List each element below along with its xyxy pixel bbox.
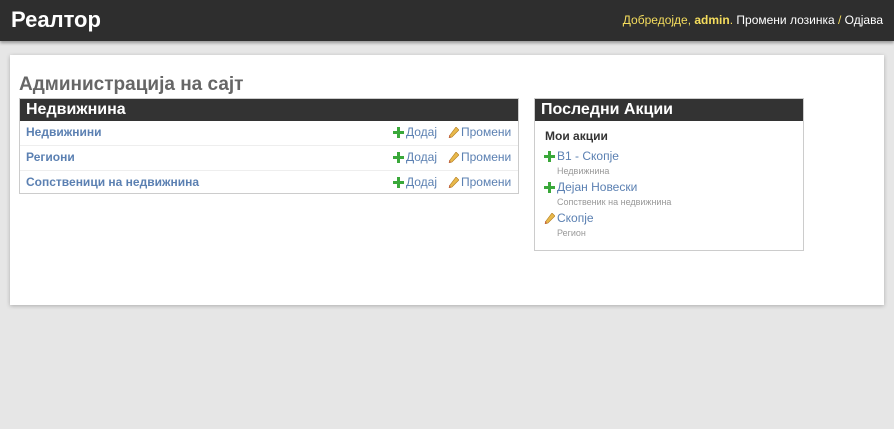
recent-entry-link[interactable]: Скопје [557, 211, 594, 225]
recent-entry: B1 - Скопје Недвижнина [544, 149, 619, 176]
user-tools: Добредојде, admin. Промени лозинка / Одј… [622, 13, 883, 27]
recent-entry-type: Регион [557, 228, 586, 238]
app-module-nedviznina: Недвижнина Недвижнини Додај Промени Реги… [19, 98, 519, 194]
recent-entry-link[interactable]: Дејан Новески [557, 180, 637, 194]
add-link[interactable]: Додај [393, 150, 437, 164]
model-row: Региони Додај Промени [20, 146, 518, 171]
recent-caption: Последни Акции [535, 99, 803, 121]
model-link[interactable]: Недвижнини [26, 125, 101, 139]
add-link[interactable]: Додај [393, 175, 437, 189]
recent-entry-type: Недвижнина [557, 166, 610, 176]
add-link[interactable]: Додај [393, 125, 437, 139]
model-link[interactable]: Региони [26, 150, 75, 164]
recent-entry-link[interactable]: B1 - Скопје [557, 149, 619, 163]
pencil-icon [448, 151, 459, 163]
pencil-icon [448, 176, 459, 188]
pencil-icon [544, 212, 555, 224]
change-label: Промени [461, 125, 512, 139]
site-brand[interactable]: Реалтор [11, 7, 101, 33]
change-password-link[interactable]: Промени лозинка [736, 13, 834, 27]
recent-entry-type: Сопственик на недвижнина [557, 197, 672, 207]
add-label: Додај [406, 175, 438, 189]
plus-icon [393, 151, 404, 163]
change-link[interactable]: Промени [448, 175, 511, 189]
plus-icon [544, 150, 555, 162]
recent-actions-module: Последни Акции Мои акции B1 - Скопје Нед… [534, 98, 804, 251]
pencil-icon [448, 126, 459, 138]
change-link[interactable]: Промени [448, 150, 511, 164]
change-label: Промени [461, 175, 512, 189]
app-caption[interactable]: Недвижнина [20, 99, 518, 121]
username: admin [694, 13, 730, 27]
recent-entry: Дејан Новески Сопственик на недвижнина [544, 180, 671, 207]
change-link[interactable]: Промени [448, 125, 511, 139]
header: Реалтор Добредојде, admin. Промени лозин… [0, 0, 894, 41]
logout-link[interactable]: Одјава [845, 13, 883, 27]
plus-icon [393, 126, 404, 138]
model-link[interactable]: Сопственици на недвижнина [26, 175, 199, 189]
recent-entry: Скопје Регион [544, 211, 594, 238]
add-label: Додај [406, 125, 438, 139]
welcome-text: Добредојде, [622, 13, 695, 27]
page-title: Администрација на сајт [19, 74, 244, 95]
model-row: Сопственици на недвижнина Додај Промени [20, 171, 518, 195]
my-actions-heading: Мои акции [545, 129, 608, 143]
add-label: Додај [406, 150, 438, 164]
plus-icon [393, 176, 404, 188]
change-label: Промени [461, 150, 512, 164]
content-panel: Администрација на сајт Недвижнина Недвиж… [10, 55, 884, 305]
plus-icon [544, 181, 555, 193]
separator: / [834, 13, 845, 27]
model-row: Недвижнини Додај Промени [20, 121, 518, 146]
